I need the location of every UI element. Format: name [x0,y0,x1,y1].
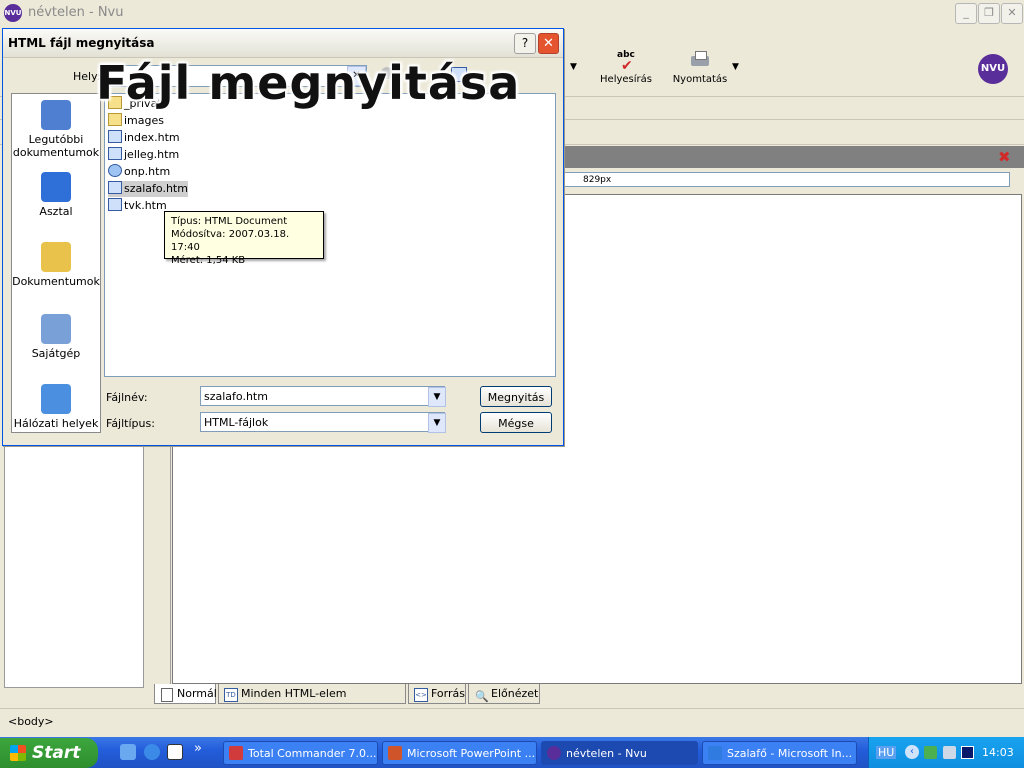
places-bar: Legutóbbi dokumentumok Asztal Dokumentum… [11,93,101,433]
place-recent[interactable]: Legutóbbi dokumentumok [12,100,100,159]
my-documents-icon [41,242,71,272]
tooltip-type: Típus: HTML Document [171,216,288,227]
tab-normal[interactable]: Normál [154,684,217,704]
site-manager-panel[interactable] [4,440,144,688]
task-internet-explorer[interactable]: Szalafő - Microsoft In... [702,741,857,765]
filetype-label: Fájltípus: [106,417,155,430]
place-documents[interactable]: Dokumentumok [12,242,100,288]
tray-expand-icon[interactable]: ‹ [905,745,919,759]
list-item[interactable]: tvk.htm [108,198,167,214]
tooltip-modified: Módosítva: 2007.03.18. 17:40 [171,229,290,253]
quicklaunch-window-icon[interactable] [167,744,183,760]
close-button[interactable]: ✕ [1001,3,1023,24]
html-file-icon [108,147,122,160]
file-tooltip: Típus: HTML Document Módosítva: 2007.03.… [164,211,324,266]
place-desktop[interactable]: Asztal [12,172,100,218]
spellcheck-icon: abc ✔ [617,50,635,74]
filename-input[interactable]: szalafo.htm [200,386,445,406]
quicklaunch-desktop-icon[interactable] [120,744,136,760]
tooltip-size: Méret: 1,54 KB [171,255,246,266]
recent-documents-icon [41,100,71,130]
powerpoint-icon [388,746,402,760]
place-network[interactable]: Hálózati helyek [12,384,100,430]
dialog-close-button[interactable]: ✕ [538,33,559,54]
my-computer-icon [41,314,71,344]
open-button[interactable]: Megnyitás [480,386,552,407]
print-dropdown-arrow-icon[interactable]: ▼ [732,62,739,72]
internet-explorer-icon [708,746,722,760]
cancel-button[interactable]: Mégse [480,412,552,433]
tray-display-icon[interactable] [961,746,974,759]
filename-label: Fájlnév: [106,391,148,404]
main-titlebar [0,0,1024,27]
list-item[interactable]: index.htm [108,130,180,146]
print-button[interactable]: Nyomtatás [670,50,730,85]
nvu-app-icon[interactable]: NVU [4,4,22,22]
print-label: Nyomtatás [672,74,728,85]
quicklaunch-more-icon[interactable]: » [194,741,202,756]
tray-volume-icon[interactable] [943,746,956,759]
folder-icon [108,113,122,126]
list-item[interactable]: images [108,113,164,129]
task-nvu[interactable]: névtelen - Nvu [541,741,698,765]
place-my-computer[interactable]: Sajátgép [12,314,100,360]
internet-explorer-file-icon [108,164,122,177]
restore-button[interactable]: ❐ [978,3,1000,24]
html-file-icon [108,130,122,143]
page-icon [161,688,173,702]
spellcheck-label: Helyesírás [600,74,652,85]
status-bar [0,708,1024,737]
desktop-icon [41,172,71,202]
filename-dropdown-icon[interactable]: ▼ [428,387,446,407]
filetype-select[interactable]: HTML-fájlok [200,412,445,432]
ruler-width-readout: 829px [560,172,1010,187]
nvu-logo-icon: NVU [978,54,1008,84]
tab-all-html-elements[interactable]: TD Minden HTML-elem megjelenítése [218,684,406,720]
language-indicator[interactable]: HU [876,746,897,759]
magnifier-icon: 🔍 [475,690,489,703]
windows-logo-icon [10,745,26,761]
status-tag-path[interactable]: <body> [8,715,54,728]
list-item[interactable]: jelleg.htm [108,147,179,163]
tab-source[interactable]: <> Forrás [408,684,466,704]
filetype-dropdown-icon[interactable]: ▼ [428,413,446,433]
quicklaunch-ie-icon[interactable] [144,744,160,760]
dialog-title: HTML fájl megnyitása [8,36,155,50]
tray-network-icon[interactable] [924,746,937,759]
toolbar-dropdown-arrow-icon[interactable]: ▼ [570,62,577,72]
list-item[interactable]: onp.htm [108,164,170,180]
tab-preview[interactable]: 🔍 Előnézet [468,684,540,704]
nvu-icon [547,746,561,760]
list-item-selected[interactable]: szalafo.htm [108,181,188,197]
td-icon: TD [224,688,238,702]
network-places-icon [41,384,71,414]
clock[interactable]: 14:03 [982,746,1014,759]
total-commander-icon [229,746,243,760]
task-powerpoint[interactable]: Microsoft PowerPoint ... [382,741,537,765]
source-code-icon: <> [414,688,428,702]
overlay-caption: Fájl megnyitása [96,56,521,110]
printer-icon [687,50,713,72]
edit-mode-tabs: Normál TD Minden HTML-elem megjelenítése… [150,684,1024,720]
html-file-icon [108,181,122,194]
main-window-title: névtelen - Nvu [28,5,124,20]
minimize-button[interactable]: _ [955,3,977,24]
close-tab-icon[interactable]: ✖ [998,148,1011,166]
task-total-commander[interactable]: Total Commander 7.0... [223,741,378,765]
spellcheck-button[interactable]: abc ✔ Helyesírás [598,50,654,85]
dialog-help-button[interactable]: ? [514,33,536,54]
html-file-icon [108,198,122,211]
